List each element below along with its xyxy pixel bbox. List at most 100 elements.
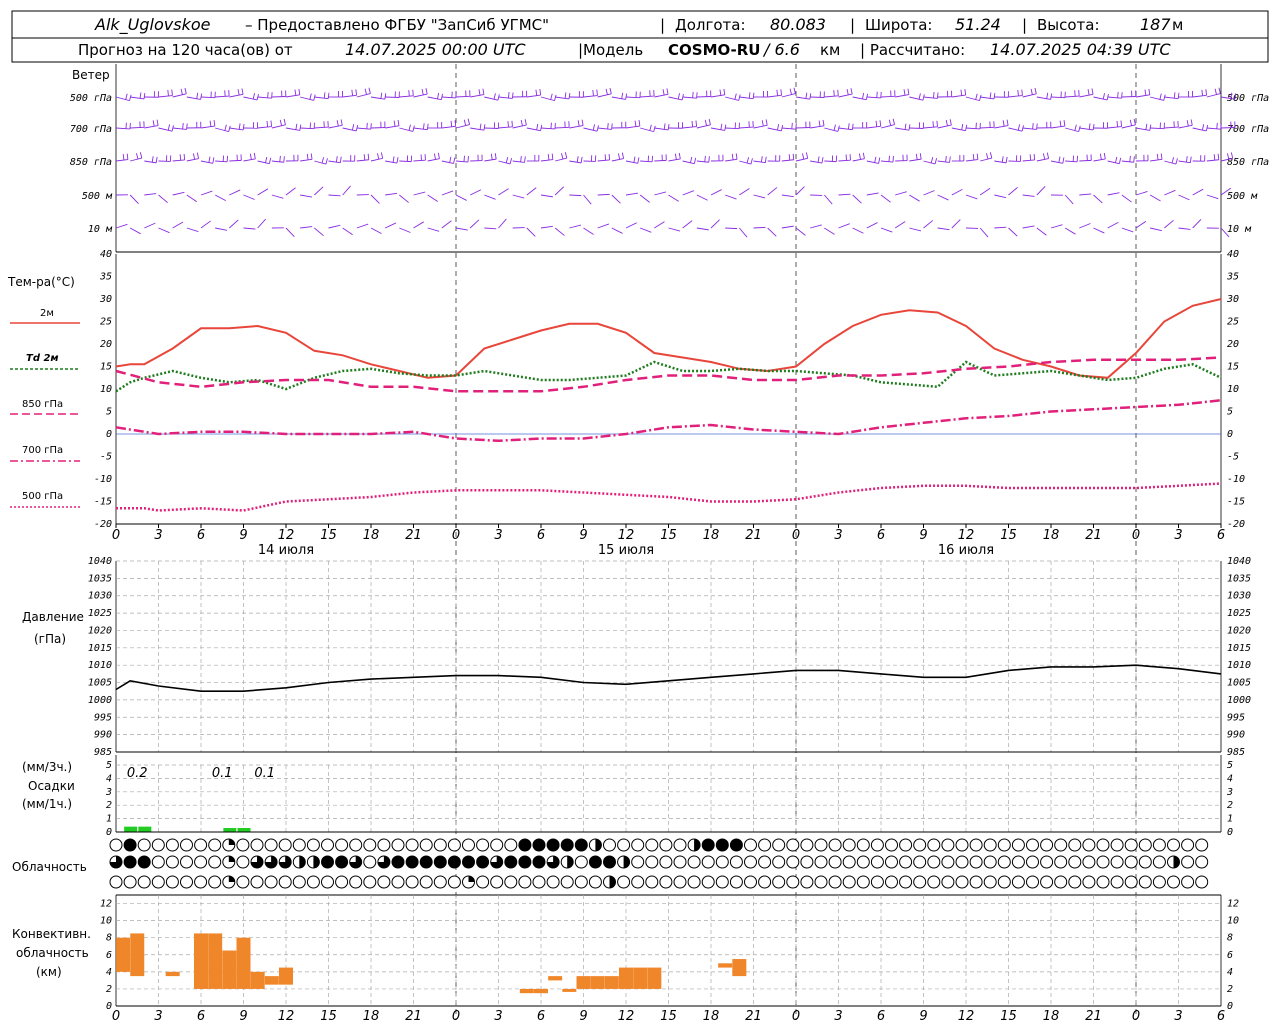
wind-barb-feather [945, 119, 948, 127]
wind-barb [314, 160, 327, 165]
wind-barb-feather [1160, 153, 1163, 160]
cloud-symbol [1195, 838, 1209, 852]
wind-barb [583, 127, 598, 132]
x-tick-label-bottom: 0 [112, 1009, 120, 1024]
model-res-unit: км [820, 41, 840, 59]
pressure-title: Давление [22, 610, 84, 624]
cloud-symbol [941, 875, 955, 889]
wind-barb [994, 160, 1007, 164]
cloud-symbol [870, 838, 884, 852]
cloud-symbol [1026, 855, 1039, 869]
wind-barb-feather [1129, 155, 1131, 162]
temp-series-2 [115, 356, 1222, 393]
wind-barb [229, 127, 244, 131]
wind-barb [767, 94, 782, 98]
wind-barb-feather [279, 155, 281, 162]
wind-barb-feather [393, 120, 396, 127]
wind-barb-feather [862, 92, 865, 99]
cloud-symbol [856, 838, 870, 852]
wind-barb-feather [949, 156, 951, 163]
conv-bar [222, 950, 237, 989]
legend-2m-label: 2м [40, 308, 54, 319]
wind-barb [399, 95, 414, 98]
conv-ytick-right: 0 [1227, 1001, 1233, 1012]
cloud-symbol [574, 855, 588, 869]
wind-barb [498, 188, 509, 196]
cloud-symbol [800, 875, 814, 889]
cloud-symbol [913, 855, 927, 869]
wind-barb-feather [976, 153, 979, 160]
cloud-symbol [109, 875, 123, 889]
wind-barb-feather [355, 89, 358, 96]
day-label: 14 июля [258, 543, 314, 558]
cloud-symbol [1082, 875, 1096, 889]
wind-barb-feather [507, 121, 509, 128]
wind-barb-feather [846, 88, 849, 96]
wind-barb [328, 194, 341, 197]
precip-ytick-right: 0 [1227, 827, 1233, 838]
wind-barb-feather [802, 153, 805, 160]
wind-barb [866, 222, 878, 229]
wind-barb-feather [704, 155, 706, 162]
x-tick-label-bottom: 12 [618, 1009, 635, 1024]
wind-barb-feather [888, 119, 892, 126]
conv-ytick: 0 [106, 1001, 112, 1012]
temp-series-3 [115, 399, 1222, 443]
cloud-symbol [194, 875, 208, 889]
cloud-fill-quarter [228, 856, 235, 862]
wind-barb [852, 158, 865, 162]
cloud-fill-half [609, 876, 616, 888]
wind-barb [243, 158, 256, 162]
wind-barb-feather [139, 92, 142, 99]
cloud-fill-full [448, 856, 461, 868]
precip-bar [124, 826, 138, 832]
wind-barb-feather [708, 156, 710, 163]
wind-barb-feather [1156, 153, 1159, 160]
pressure-ytick-right: 1015 [1227, 643, 1251, 654]
temp-ytick: -20 [94, 519, 112, 530]
wind-barb [1050, 125, 1065, 129]
wind-barb-feather [1099, 153, 1102, 160]
wind-barb [838, 93, 853, 98]
cloud-fill-full [462, 856, 475, 868]
wind-barb [370, 157, 383, 162]
wind-barb-feather [535, 89, 538, 96]
wind-barb-feather [1042, 153, 1046, 160]
cloud-symbol [546, 875, 560, 889]
wind-barb-feather [279, 119, 283, 126]
wind-barb [810, 160, 823, 164]
wind-barb [994, 125, 1009, 129]
temp-ytick-right: 35 [1226, 272, 1239, 283]
cloud-fill-half [1173, 856, 1180, 868]
wind-barb [512, 160, 525, 163]
wind-barb [994, 226, 1007, 229]
cloud-symbol [518, 875, 532, 889]
wind-barb [639, 194, 650, 203]
cloud-fill-quarter [468, 876, 475, 882]
cloud-fill-full [406, 856, 419, 868]
cloud-symbol [758, 838, 772, 852]
x-tick-label-bottom: 3 [834, 1009, 842, 1024]
wind-barb-feather [182, 123, 184, 130]
cloud-symbol [1096, 875, 1110, 889]
cloud-symbol [123, 875, 137, 889]
conv-bar [718, 963, 733, 968]
wind-barb-feather [266, 120, 269, 128]
wind-barb [725, 158, 738, 162]
wind-barb-feather [209, 120, 212, 127]
cloud-symbol [335, 838, 349, 852]
x-tick-label: 21 [745, 528, 762, 543]
cloud-fill-full [518, 839, 531, 851]
wind-barb-feather [621, 152, 625, 159]
wind-barb-feather [1148, 88, 1151, 95]
wind-barb-feather [509, 157, 513, 165]
wind-barb [1107, 192, 1120, 196]
wind-barb-feather [638, 120, 641, 127]
cloud-fill-full [533, 839, 545, 851]
wind-barb [328, 160, 341, 164]
cloud-fill-full [518, 856, 531, 868]
cloud-symbol [165, 855, 179, 869]
wind-barb [866, 125, 881, 129]
wind-barb [1150, 227, 1162, 232]
wind-barb [795, 96, 810, 100]
